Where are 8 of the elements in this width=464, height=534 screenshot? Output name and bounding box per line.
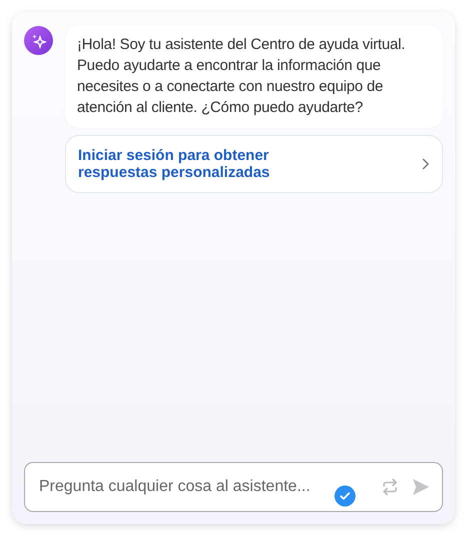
refresh-button[interactable] bbox=[380, 477, 400, 497]
login-link[interactable]: Iniciar sesión para obtener respuestas personalizadas bbox=[65, 135, 443, 193]
chevron-right-icon bbox=[420, 157, 430, 171]
sparkle-icon bbox=[24, 26, 53, 55]
assistant-message: ¡Hola! Soy tu asistente del Centro de ayuda virtual. Puedo ayudarte a encontrar la información que necesites o a conectarte con nuestro equipo de atención al cliente. ¿Cómo puedo ayudarte? bbox=[65, 25, 443, 128]
message-field[interactable]: Pregunta cualquier cosa al asistente... bbox=[37, 477, 336, 497]
chat-input[interactable]: Pregunta cualquier cosa al asistente... bbox=[24, 462, 443, 512]
check-badge-icon bbox=[334, 485, 356, 507]
